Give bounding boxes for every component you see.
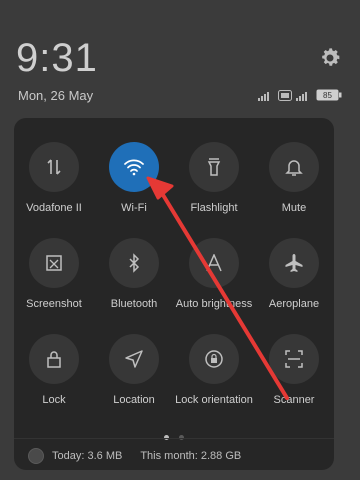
quick-settings-panel: Vodafone II Wi-Fi Flashlight Mute Screen… [14,118,334,470]
tile-aeroplane[interactable]: Aeroplane [254,238,334,310]
lock-icon [47,351,61,368]
date: Mon, 26 May [18,88,94,103]
aeroplane-toggle[interactable] [269,238,319,288]
data-month: This month: 2.88 GB [140,450,242,462]
signal-icon-2 [296,91,307,101]
location-toggle[interactable] [109,334,159,384]
flashlight-icon [207,158,221,176]
tile-scanner[interactable]: Scanner [254,334,334,406]
data-usage-row[interactable]: Today: 3.6 MB This month: 2.88 GB [28,448,241,464]
tile-label: Mute [281,202,307,214]
lock-orientation-toggle[interactable] [189,334,239,384]
battery-icon: 85 [316,89,342,101]
settings-gear-icon[interactable] [318,46,342,70]
tile-bluetooth[interactable]: Bluetooth [94,238,174,310]
bluetooth-toggle[interactable] [109,238,159,288]
tile-label: Screenshot [26,298,82,310]
mobile-data-icon [47,159,61,175]
tile-label: Flashlight [190,202,238,214]
signal-icon [258,91,269,101]
tile-wifi[interactable]: Wi-Fi [94,142,174,214]
wifi-icon [124,159,144,176]
tile-label: Scanner [273,394,315,406]
data-usage-icon [28,448,44,464]
tile-label: Lock [42,394,66,406]
bluetooth-icon [129,253,140,273]
tile-label: Location [113,394,155,406]
page-indicator[interactable] [14,427,334,445]
tile-mute[interactable]: Mute [254,142,334,214]
mobile-data-toggle[interactable] [29,142,79,192]
clock: 9:31 [16,36,98,80]
bell-icon [285,160,303,176]
data-today: Today: 3.6 MB [52,450,123,462]
tile-label: Vodafone II [26,202,82,214]
battery-level: 85 [323,91,332,100]
status-bar-icons: 85 [258,89,342,101]
scanner-icon [285,350,303,368]
tile-mobile-data[interactable]: Vodafone II [14,142,94,214]
tile-flashlight[interactable]: Flashlight [174,142,254,214]
wifi-toggle[interactable] [109,142,159,192]
tile-auto-brightness[interactable]: Auto brightness [174,238,254,310]
auto-brightness-icon [206,254,222,272]
volte-icon [278,89,292,101]
tile-screenshot[interactable]: Screenshot [14,238,94,310]
rotation-lock-icon [205,350,223,368]
tile-label: Wi-Fi [121,202,147,214]
divider [14,438,334,439]
mute-toggle[interactable] [269,142,319,192]
tile-label: Lock orientation [175,394,253,406]
screenshot-toggle[interactable] [29,238,79,288]
scanner-toggle[interactable] [269,334,319,384]
tile-lock[interactable]: Lock [14,334,94,406]
airplane-icon [285,254,303,272]
tile-label: Auto brightness [175,298,253,310]
lock-toggle[interactable] [29,334,79,384]
screenshot-icon [46,255,62,271]
tile-location[interactable]: Location [94,334,174,406]
tile-label: Bluetooth [110,298,158,310]
tile-label: Aeroplane [268,298,320,310]
auto-brightness-toggle[interactable] [189,238,239,288]
tile-lock-orientation[interactable]: Lock orientation [174,334,254,406]
flashlight-toggle[interactable] [189,142,239,192]
location-icon [125,350,143,368]
